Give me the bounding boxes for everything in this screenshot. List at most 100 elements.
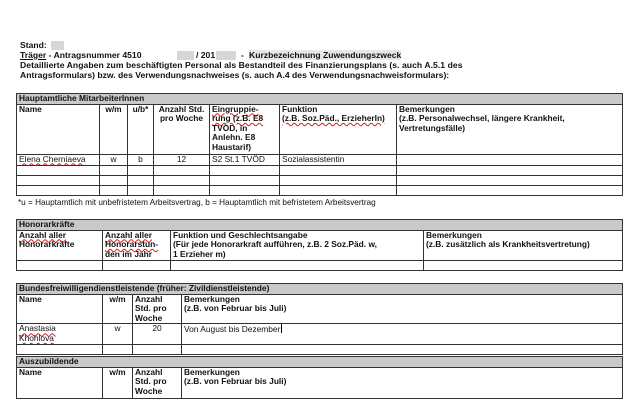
col-header-hours: Anzahl Std. pro Woche <box>153 103 210 155</box>
col-header-bemerkungen: Bemerkungen (z.B. zusätzlich als Krankhe… <box>422 229 624 261</box>
cell-name[interactable]: Anastasia Khohlova <box>16 323 103 345</box>
cell-empty[interactable] <box>395 174 624 186</box>
antrag-line: Träger - Antragsnummer 4510 <box>20 50 141 60</box>
redacted-stand <box>51 41 64 50</box>
col-header-funktion-geschlecht: Funktion und Geschlechtsangabe (Für jede… <box>170 229 424 261</box>
table-hauptamtliche: Hauptamtliche MitarbeiterInnen Name w/m … <box>15 93 624 196</box>
text-cursor <box>281 324 283 334</box>
cell-hours[interactable]: 20 <box>132 323 182 345</box>
col-header-funktion: Funktion (z.B. Soz.Päd., ErzieherIn) <box>279 103 397 155</box>
cell-empty[interactable] <box>102 259 171 271</box>
col-header-hours-line: pro Woche <box>159 113 204 124</box>
section-title: Auszubildende <box>16 356 623 368</box>
redacted-antrag <box>177 51 194 60</box>
cell-empty[interactable] <box>16 259 103 271</box>
bfd-name-line: Khohlova <box>19 332 54 343</box>
table-bfd: Bundesfreiwilligendienstleistende (frühe… <box>16 283 623 355</box>
cell-wm[interactable]: w <box>99 153 128 166</box>
azubi-hours-line: Woche <box>135 385 163 396</box>
cell-empty[interactable] <box>170 259 424 271</box>
col-header-ub: u/b* <box>127 103 154 155</box>
cell-bemerkungen[interactable] <box>395 153 624 166</box>
description-line-1: Detaillierte Angaben zum beschäftigten P… <box>20 60 463 70</box>
cell-empty[interactable] <box>127 174 154 186</box>
traeger-label: Träger <box>20 50 47 60</box>
cell-empty[interactable] <box>279 174 397 186</box>
cell-empty[interactable] <box>422 259 624 271</box>
bfd-bem-line: (z.B. von Februar bis Juli) <box>184 303 287 314</box>
cell-empty[interactable] <box>209 174 280 186</box>
cell-empty[interactable] <box>127 184 154 196</box>
antrag-text: - Antragsnummer 4510 <box>48 50 142 60</box>
description-line-2: Antragsformulars) bzw. des Verwendungsna… <box>20 70 450 80</box>
cell-name[interactable]: Elena Cherniaeva <box>16 153 100 166</box>
col-header-bemerkungen: Bemerkungen (z.B. Personalwechsel, länge… <box>395 103 624 155</box>
section-title: Bundesfreiwilligendienstleistende (frühe… <box>16 283 623 295</box>
honorar-h1-line: Honorarkräfte <box>19 239 75 250</box>
col-header-hours: Anzahl Std. pro Woche <box>132 293 182 325</box>
kurz-dash: - <box>241 50 244 60</box>
cell-bemerkungen[interactable]: Von August bis Dezember <box>181 323 623 345</box>
table-row <box>16 164 624 176</box>
stand-label: Stand: <box>20 40 47 50</box>
cell-empty[interactable] <box>153 184 210 196</box>
section-title: Honorarkräfte <box>15 219 624 231</box>
slash-year: / 201 <box>196 50 216 60</box>
cell-hours[interactable]: 12 <box>153 153 210 166</box>
cell-empty[interactable] <box>127 164 154 176</box>
cell-empty[interactable] <box>16 343 103 355</box>
kurzbezeichnung: Kurzbezeichnung Zuwendungszweck <box>249 50 402 60</box>
bfd-hours-line: Woche <box>135 312 163 323</box>
cell-empty[interactable] <box>132 343 182 355</box>
col-header-hours: Anzahl Std. pro Woche <box>132 366 182 399</box>
cell-eingruppierung[interactable]: S2 St.1 TVÖD <box>209 153 280 166</box>
cell-empty[interactable] <box>395 164 624 176</box>
table-row: Anastasia Khohlova w 20 Von August bis D… <box>16 323 623 345</box>
cell-ub[interactable]: b <box>127 153 154 166</box>
table-azubi: Auszubildende Name w/m Anzahl Std. pro W… <box>16 356 623 399</box>
table-row <box>16 343 623 355</box>
col-header-bemerkungen: Bemerkungen (z.B. von Februar bis Juli) <box>181 366 623 399</box>
cell-empty[interactable] <box>16 164 100 176</box>
cell-empty[interactable] <box>279 184 397 196</box>
honorar-h1-text: Anzahl aller <box>19 230 67 240</box>
section-title: Hauptamtliche MitarbeiterInnen <box>15 93 624 105</box>
cell-empty[interactable] <box>153 174 210 186</box>
cell-funktion[interactable]: Sozialassistentin <box>279 153 397 166</box>
cell-empty[interactable] <box>181 343 623 355</box>
col-header-wm: w/m <box>99 103 128 155</box>
col-header-bemerkungen: Bemerkungen (z.B. von Februar bis Juli) <box>181 293 623 325</box>
employee-name: Elena Cherniaeva <box>19 154 86 164</box>
cell-empty[interactable] <box>279 164 397 176</box>
honorar-h4-line: (z.B. zusätzlich als Krankheitsvertretun… <box>426 239 590 250</box>
cell-empty[interactable] <box>209 184 280 196</box>
eing-line: Haustarif) <box>212 141 252 152</box>
cell-empty[interactable] <box>99 184 128 196</box>
azubi-bem-line: (z.B. von Februar bis Juli) <box>184 376 287 387</box>
cell-empty[interactable] <box>16 184 100 196</box>
cell-wm[interactable]: w <box>102 323 133 345</box>
table-row <box>16 184 624 196</box>
cell-empty[interactable] <box>153 164 210 176</box>
funktion-line: (z.B. Soz.Päd., ErzieherIn) <box>282 113 385 124</box>
table-row <box>16 174 624 186</box>
cell-empty[interactable] <box>16 174 100 186</box>
cell-empty[interactable] <box>99 164 128 176</box>
col-header-honorarstunden: Anzahl aller Honorarstun- den im Jahr <box>102 229 171 261</box>
cell-empty[interactable] <box>209 164 280 176</box>
bfd-bem-value: Von August bis Dezember <box>184 324 281 335</box>
redacted-year <box>216 51 236 60</box>
cell-empty[interactable] <box>102 343 133 355</box>
col-header-eingruppierung: Eingruppie- rung (z.B. E8 TVÖD, in Anleh… <box>209 103 280 155</box>
col-header-wm: w/m <box>102 293 133 325</box>
col-header-anzahl-honorarkraefte: Anzahl aller Honorarkräfte <box>16 229 103 261</box>
col-header-name: Name <box>16 366 103 399</box>
col-header-name: Name <box>16 103 100 155</box>
col-header-wm: w/m <box>102 366 133 399</box>
bem-line: Vertretungsfälle) <box>399 122 466 133</box>
table-honorar: Honorarkräfte Anzahl aller Honorarkräfte… <box>15 219 624 271</box>
honorar-h3-line: 1 Erzieher m) <box>173 248 226 259</box>
cell-empty[interactable] <box>395 184 624 196</box>
table-row: Elena Cherniaeva w b 12 S2 St.1 TVÖD Soz… <box>16 153 624 166</box>
cell-empty[interactable] <box>99 174 128 186</box>
